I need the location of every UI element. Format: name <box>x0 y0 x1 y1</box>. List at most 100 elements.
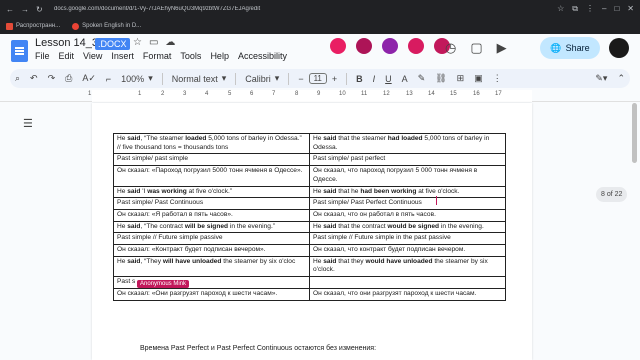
cell-text: He <box>313 187 324 195</box>
more-icon[interactable]: ⋮ <box>488 73 507 84</box>
table-row: Он сказал: «Я работал в пять часов». Он с… <box>113 208 506 222</box>
image-icon[interactable]: ▣ <box>469 73 488 84</box>
highlight-icon[interactable]: ✎ <box>413 73 431 84</box>
print-icon[interactable]: ⎙ <box>60 73 77 84</box>
reported-speech-cell[interactable] <box>309 276 506 289</box>
reported-speech-cell[interactable]: Past simple/ Past Perfect Continuous <box>309 197 506 210</box>
reported-speech-cell[interactable]: He said that they would have unloaded th… <box>309 255 506 278</box>
direct-speech-cell[interactable]: He said, “The contract will be signed in… <box>113 220 310 234</box>
menu-format[interactable]: Format <box>143 51 172 61</box>
direct-speech-cell[interactable]: Past simple/ past simple <box>113 153 310 167</box>
direct-speech-cell[interactable]: Он сказал: «Контракт будет подписан вече… <box>113 244 310 257</box>
document-outline-icon[interactable]: ☰ <box>23 117 33 130</box>
docs-logo-icon[interactable] <box>11 40 28 62</box>
browser-nav: ← → ↻ <box>6 5 54 14</box>
reported-speech-cell[interactable]: Он сказал, что они разгрузят пароход к ш… <box>309 287 506 301</box>
ruler-mark: 16 <box>473 91 480 97</box>
forward-icon[interactable]: → <box>21 5 29 14</box>
menu-accessibility[interactable]: Accessibility <box>238 51 287 61</box>
cell-text: Past simple/ past simple <box>117 155 189 163</box>
cell-text: He <box>117 257 128 265</box>
direct-speech-cell[interactable]: Он сказал: «Они разгрузят пароход к шест… <box>113 287 310 301</box>
reported-speech-cell[interactable]: He said that the contract would be signe… <box>309 220 506 234</box>
close-icon[interactable]: ✕ <box>627 4 634 14</box>
font-select[interactable]: Calibri ▾ <box>240 73 284 84</box>
cell-text: that he <box>336 187 361 195</box>
direct-speech-cell[interactable]: He said, “They will have unloaded the st… <box>113 255 310 278</box>
back-icon[interactable]: ← <box>6 5 14 14</box>
underline-icon[interactable]: U <box>380 74 397 84</box>
cloud-icon[interactable]: ☁ <box>165 37 175 48</box>
collaborator-avatar[interactable] <box>408 38 424 54</box>
star-icon[interactable]: ☆ <box>557 4 564 14</box>
maximize-icon[interactable]: □ <box>614 4 619 14</box>
collaborator-avatar[interactable] <box>330 38 346 54</box>
user-avatar[interactable] <box>609 38 629 58</box>
direct-speech-cell[interactable]: Past simple/ Past Continuous <box>113 197 310 210</box>
editing-mode-icon[interactable]: ✎▾ <box>590 73 612 84</box>
search-icon[interactable]: ⌕ <box>10 73 25 84</box>
cell-text: said <box>323 135 337 142</box>
menu-tools[interactable]: Tools <box>180 51 201 61</box>
reported-speech-cell[interactable]: Он сказал, что пароход погрузил 5 000 то… <box>309 165 506 187</box>
table-row: He said, “The steamer loaded 5,000 tons … <box>113 132 506 155</box>
table-row: Он сказал: «Пароход погрузил 5000 тонн я… <box>113 165 506 187</box>
move-folder-icon[interactable]: ▭ <box>149 37 158 48</box>
bookmark-item[interactable]: Spoken English in D... <box>72 22 141 30</box>
cell-text: in the evening. <box>439 222 484 230</box>
star-icon[interactable]: ☆ <box>133 37 142 48</box>
cell-text: He <box>117 135 128 142</box>
italic-icon[interactable]: I <box>368 74 381 84</box>
spellcheck-icon[interactable]: A✓ <box>77 73 101 84</box>
minimize-icon[interactable]: – <box>602 4 606 14</box>
font-size-increase-icon[interactable]: + <box>327 74 342 84</box>
direct-speech-cell[interactable]: He said, “The steamer loaded 5,000 tons … <box>113 132 310 155</box>
menu-view[interactable]: View <box>83 51 102 61</box>
font-size-decrease-icon[interactable]: − <box>293 74 308 84</box>
menu-insert[interactable]: Insert <box>111 51 134 61</box>
cell-text: Он сказал: «Пароход погрузил 5000 тонн я… <box>117 167 303 175</box>
menu-edit[interactable]: Edit <box>59 51 75 61</box>
reported-speech-cell[interactable]: Past simple // Future simple in the past… <box>309 232 506 246</box>
video-call-icon[interactable]: ▶ <box>497 40 507 56</box>
ruler-mark: 5 <box>228 91 232 97</box>
paint-format-icon[interactable]: ⌐ <box>101 74 116 84</box>
collaborator-avatar[interactable] <box>356 38 372 54</box>
bookmark-item[interactable]: Распространн... <box>6 22 60 30</box>
document-title[interactable]: Lesson 14_3 <box>35 37 98 49</box>
direct-speech-cell[interactable]: Он сказал: «Пароход погрузил 5000 тонн я… <box>113 165 310 187</box>
reported-speech-cell[interactable]: Он сказал, что он работал в пять часов. <box>309 208 506 222</box>
zoom-select[interactable]: 100% ▾ <box>116 73 158 84</box>
undo-icon[interactable]: ↶ <box>25 73 43 84</box>
direct-speech-cell[interactable]: Он сказал: «Я работал в пять часов». <box>113 208 310 222</box>
collapse-toolbar-icon[interactable]: ⌃ <box>612 73 630 84</box>
add-comment-icon[interactable]: ⊞ <box>452 73 470 84</box>
comment-icon[interactable]: ▢ <box>470 40 482 56</box>
history-icon[interactable]: ◷ <box>445 40 456 56</box>
share-button[interactable]: 🌐 Share <box>540 37 600 59</box>
cell-text: He <box>313 222 324 230</box>
direct-speech-cell[interactable]: Past simple // Future simple passive <box>113 232 310 246</box>
bold-icon[interactable]: B <box>351 74 368 84</box>
menu-dots-icon[interactable]: ⋮ <box>586 4 594 14</box>
direct-speech-cell[interactable]: He said 'I was working at five o'clock.” <box>113 185 310 199</box>
reported-speech-cell[interactable]: He said that the steamer had loaded 5,00… <box>309 132 506 155</box>
reported-speech-cell[interactable]: He said that he had been working at five… <box>309 185 506 199</box>
menu-help[interactable]: Help <box>210 51 229 61</box>
font-size-input[interactable]: 11 <box>308 73 327 84</box>
text-color-icon[interactable]: A <box>397 74 413 84</box>
link-icon[interactable]: ⛓ <box>430 73 451 84</box>
menu-file[interactable]: File <box>35 51 50 61</box>
ruler-mark: 2 <box>161 91 165 97</box>
page-counter-badge: 8 of 22 <box>596 187 628 202</box>
reported-speech-cell[interactable]: Past simple/ past perfect <box>309 153 506 167</box>
browser-actions: ☆ ⧉ ⋮ – □ ✕ <box>557 4 634 14</box>
collaborator-avatar[interactable] <box>382 38 398 54</box>
address-bar[interactable]: docs.google.com/document/d/1-Vy-7rJAEhyN… <box>54 6 557 12</box>
reload-icon[interactable]: ↻ <box>36 5 43 14</box>
reported-speech-cell[interactable]: Он сказал, что контракт будет подписан в… <box>309 244 506 257</box>
style-select[interactable]: Normal text ▾ <box>167 73 232 84</box>
redo-icon[interactable]: ↷ <box>43 73 61 84</box>
extension-icon[interactable]: ⧉ <box>572 4 578 14</box>
scrollbar[interactable] <box>632 103 637 163</box>
